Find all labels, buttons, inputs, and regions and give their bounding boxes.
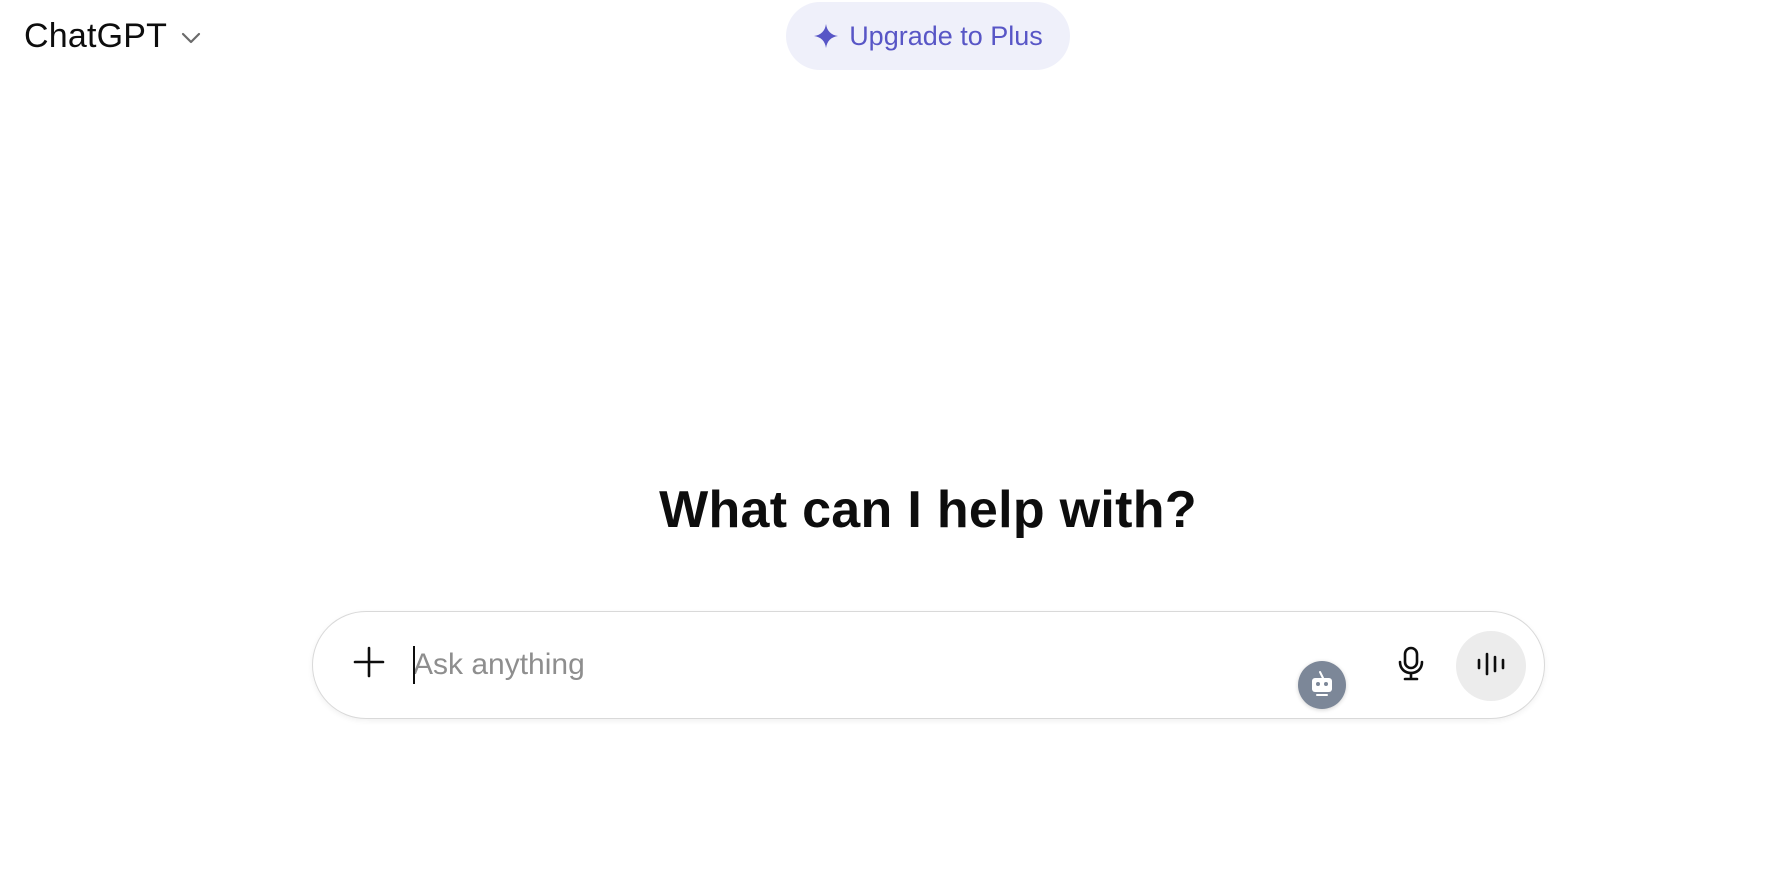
plus-icon [353, 646, 385, 683]
upgrade-to-plus-button[interactable]: Upgrade to Plus [786, 2, 1070, 70]
message-input[interactable] [413, 642, 1273, 688]
floating-assistant-button[interactable] [1298, 661, 1346, 709]
text-caret [413, 646, 415, 684]
attach-button[interactable] [347, 642, 391, 686]
robot-icon [1308, 669, 1336, 702]
model-switcher[interactable]: ChatGPT [24, 14, 205, 58]
dictate-button[interactable] [1389, 642, 1433, 690]
voice-mode-button[interactable] [1456, 631, 1526, 701]
voice-waveform-icon [1476, 651, 1506, 682]
sparkle-icon [813, 23, 839, 49]
chevron-down-icon [177, 24, 205, 52]
microphone-icon [1396, 646, 1426, 687]
model-name: ChatGPT [24, 16, 168, 55]
chat-home-page: ChatGPT Upgrade to Plus What can I help … [0, 0, 1792, 872]
page-headline: What can I help with? [659, 481, 1197, 539]
message-composer [312, 611, 1545, 719]
upgrade-label: Upgrade to Plus [849, 20, 1043, 51]
